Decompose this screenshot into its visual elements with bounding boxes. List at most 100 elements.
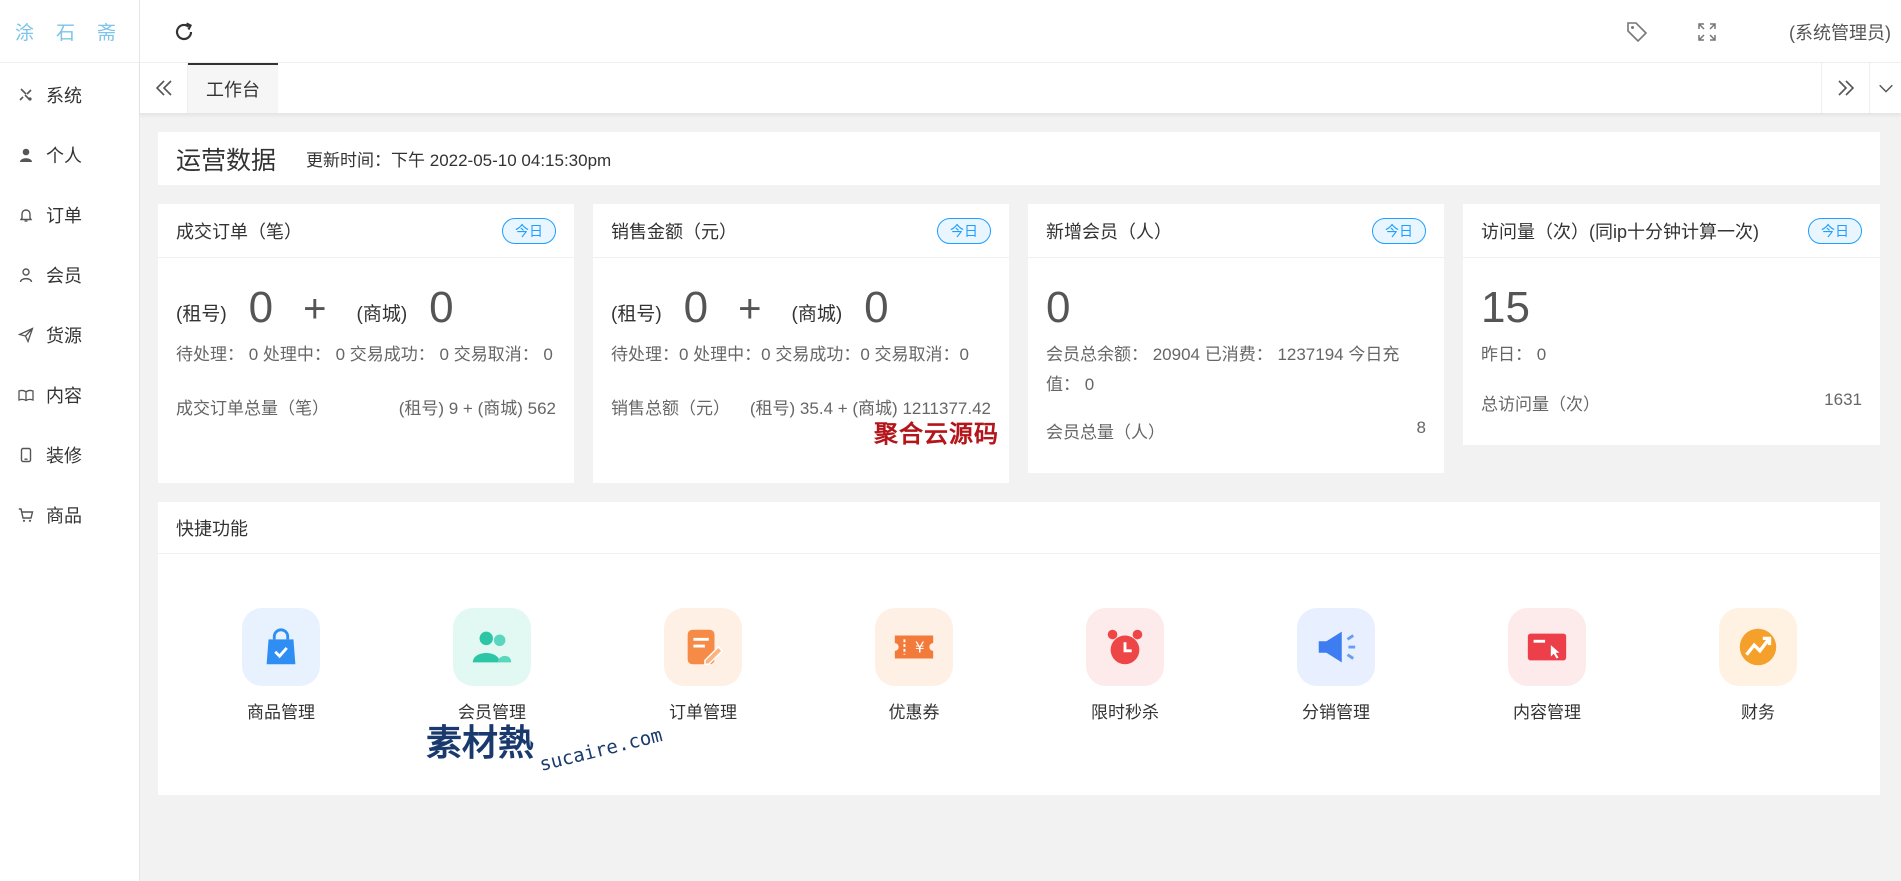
shopping-bag-icon	[242, 608, 320, 686]
sidebar-item-label: 内容	[46, 386, 82, 406]
watermark-text: 聚合云源码	[874, 421, 999, 448]
today-badge[interactable]: 今日	[502, 217, 556, 244]
total-label: 成交订单总量（笔）	[176, 399, 329, 418]
sidebar-item-decoration[interactable]: 装修	[0, 425, 139, 485]
card-title: 成交订单（笔）	[176, 221, 302, 242]
sidebar-nav: 系统 个人 订单 会员 货源 内容 装修 商品	[0, 63, 139, 545]
quick-item-product-management[interactable]: 商品管理	[221, 608, 341, 723]
tab-bar: 工作台	[140, 63, 1901, 114]
quick-item-content-management[interactable]: 内容管理	[1487, 608, 1607, 723]
mall-value: 0	[864, 283, 889, 332]
yesterday-visits: 昨日： 0	[1481, 345, 1547, 364]
sidebar-item-products[interactable]: 商品	[0, 485, 139, 545]
rent-label: (租号)	[611, 304, 662, 325]
quick-item-label: 财务	[1741, 703, 1775, 722]
tab-scroll-left-button[interactable]	[140, 63, 188, 113]
total-label: 销售总额（元）	[611, 399, 730, 418]
sidebar-item-system[interactable]: 系统	[0, 65, 139, 125]
card-orders: 成交订单（笔） 今日 (租号) 0 + (商城) 0 待处理： 0 处理中： 0…	[158, 204, 574, 483]
double-chevron-right-icon	[1837, 80, 1854, 96]
tab-scroll-right-button[interactable]	[1821, 63, 1869, 113]
mall-label: (商城)	[791, 304, 843, 325]
card-new-members: 新增会员（人） 今日 0 会员总余额： 20904 已消费： 1237194 今…	[1028, 204, 1444, 473]
quick-item-distribution-management[interactable]: 分销管理	[1276, 608, 1396, 723]
top-header: (系统管理员)	[140, 0, 1901, 63]
update-time: 更新时间：下午 2022-05-10 04:15:30pm	[306, 151, 612, 170]
member-balance-breakdown: 会员总余额： 20904 已消费： 1237194 今日充值： 0	[1046, 345, 1400, 394]
header-actions: (系统管理员)	[1625, 0, 1901, 63]
phone-icon	[18, 447, 34, 463]
quick-item-member-management[interactable]: 会员管理	[432, 608, 552, 723]
total-label: 会员总量（人）	[1046, 423, 1165, 442]
admin-user-menu[interactable]: (系统管理员)	[1789, 19, 1891, 45]
quick-item-flash-sale[interactable]: 限时秒杀	[1065, 608, 1185, 723]
sidebar-item-label: 装修	[46, 446, 82, 466]
quick-functions-list: 商品管理 会员管理 订单管理 ¥ 优惠券 限时秒杀 分销管理 内容管理 财务	[158, 554, 1880, 794]
quick-functions-panel: 快捷功能 商品管理 会员管理 订单管理 ¥ 优惠券 限时秒杀 分销管理 内容管理…	[158, 502, 1880, 795]
users-icon	[453, 608, 531, 686]
user-filled-icon	[18, 147, 34, 163]
sidebar-item-label: 系统	[46, 86, 82, 106]
sidebar-item-label: 会员	[46, 266, 82, 286]
alarm-clock-icon	[1086, 608, 1164, 686]
content-card-icon	[1508, 608, 1586, 686]
today-badge[interactable]: 今日	[937, 217, 991, 244]
total-value: 8	[1416, 418, 1426, 437]
new-members-value: 0	[1046, 283, 1071, 332]
card-title: 销售金额（元）	[611, 221, 737, 242]
sidebar-item-personal[interactable]: 个人	[0, 125, 139, 185]
sidebar-item-members[interactable]: 会员	[0, 245, 139, 305]
megaphone-icon	[1297, 608, 1375, 686]
tag-icon[interactable]	[1625, 20, 1649, 44]
sidebar-item-content[interactable]: 内容	[0, 365, 139, 425]
sidebar: 涂 石 斋 系统 个人 订单 会员 货源 内容 装修 商品	[0, 0, 140, 881]
cart-icon	[18, 507, 34, 523]
sidebar-item-label: 货源	[46, 326, 82, 346]
tab-menu-button[interactable]	[1869, 63, 1901, 113]
quick-item-label: 优惠券	[888, 703, 940, 722]
app-logo[interactable]: 涂 石 斋	[0, 0, 139, 63]
mall-value: 0	[429, 283, 454, 332]
quick-item-finance[interactable]: 财务	[1698, 608, 1818, 723]
plus-sign: +	[303, 287, 327, 331]
refresh-icon[interactable]	[172, 20, 196, 44]
coupon-icon: ¥	[875, 608, 953, 686]
quick-item-label: 限时秒杀	[1091, 703, 1159, 722]
watermark-logo: 素材熱 sucaire.com	[426, 714, 665, 776]
mall-label: (商城)	[356, 304, 408, 325]
total-value: 1631	[1824, 390, 1862, 409]
card-visits: 访问量（次）(同ip十分钟计算一次) 今日 15 昨日： 0 总访问量（次） 1…	[1463, 204, 1880, 445]
plus-sign: +	[738, 287, 762, 331]
sidebar-item-supply[interactable]: 货源	[0, 305, 139, 365]
operations-summary-header: 运营数据 更新时间：下午 2022-05-10 04:15:30pm	[158, 132, 1880, 185]
finance-trend-icon	[1719, 608, 1797, 686]
order-edit-icon	[664, 608, 742, 686]
send-icon	[18, 327, 34, 343]
rent-value: 0	[683, 283, 709, 332]
sidebar-item-label: 订单	[46, 206, 82, 226]
card-title: 访问量（次）(同ip十分钟计算一次)	[1481, 221, 1759, 242]
double-chevron-left-icon	[155, 80, 172, 96]
today-badge[interactable]: 今日	[1372, 217, 1426, 244]
sidebar-item-label: 商品	[46, 506, 82, 526]
section-title: 快捷功能	[158, 502, 1880, 554]
svg-text:¥: ¥	[915, 639, 925, 657]
sidebar-item-orders[interactable]: 订单	[0, 185, 139, 245]
tab-workbench[interactable]: 工作台	[188, 63, 278, 113]
book-icon	[18, 387, 34, 403]
quick-item-coupon[interactable]: ¥ 优惠券	[854, 608, 974, 723]
watermark-logo-text: 素材熱	[426, 722, 535, 764]
card-title: 新增会员（人）	[1046, 221, 1172, 242]
visits-value: 15	[1481, 283, 1530, 332]
quick-item-label: 内容管理	[1513, 703, 1581, 722]
bell-icon	[18, 207, 34, 223]
order-status-breakdown: 待处理： 0 处理中： 0 交易成功： 0 交易取消： 0	[176, 345, 553, 364]
rent-value: 0	[248, 283, 274, 332]
quick-item-order-management[interactable]: 订单管理	[643, 608, 763, 723]
total-value: (租号) 9 + (商城) 562	[398, 399, 556, 418]
sales-status-breakdown: 待处理：0 处理中：0 交易成功：0 交易取消：0	[611, 345, 969, 364]
today-badge[interactable]: 今日	[1808, 217, 1862, 244]
total-label: 总访问量（次）	[1481, 395, 1600, 414]
fullscreen-icon[interactable]	[1695, 20, 1719, 44]
page-title: 运营数据	[176, 146, 277, 175]
